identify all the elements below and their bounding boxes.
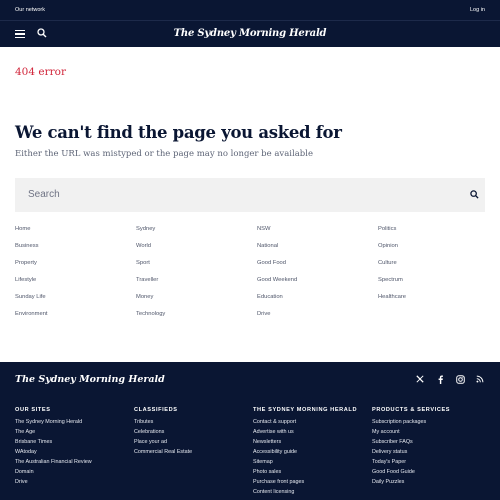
section-link[interactable]: Sunday Life [15, 294, 46, 300]
section-link[interactable]: Education [257, 294, 283, 300]
footer-link[interactable]: Domain [15, 467, 92, 477]
section-link[interactable]: Money [136, 294, 153, 300]
section-link[interactable]: Business [15, 243, 39, 249]
section-link[interactable]: Environment [15, 311, 48, 317]
section-link[interactable]: Lifestyle [15, 277, 36, 283]
instagram-icon[interactable] [456, 375, 465, 384]
section-link[interactable]: Sydney [136, 226, 155, 232]
footer-heading: CLASSIFIEDS [134, 407, 178, 413]
footer-link[interactable]: Contact & support [253, 417, 357, 427]
section-link[interactable]: Property [15, 260, 37, 266]
page-title: We can't find the page you asked for [15, 123, 342, 142]
masthead-logo[interactable]: The Sydney Morning Herald [0, 28, 500, 39]
footer-link[interactable]: Delivery status [372, 447, 450, 457]
section-link[interactable]: World [136, 243, 151, 249]
footer-link[interactable]: Sitemap [253, 457, 357, 467]
footer-heading: THE SYDNEY MORNING HERALD [253, 407, 358, 413]
section-link[interactable]: Opinion [378, 243, 398, 249]
footer-heading: PRODUCTS & SERVICES [372, 407, 451, 413]
footer-column-products: PRODUCTS & SERVICES Subscription package… [372, 407, 450, 487]
section-link[interactable]: Culture [378, 260, 397, 266]
facebook-icon[interactable] [437, 375, 444, 384]
footer-link[interactable]: Good Food Guide [372, 467, 450, 477]
footer-link[interactable]: Today's Paper [372, 457, 450, 467]
section-link[interactable]: NSW [257, 226, 271, 232]
footer-heading: OUR SITES [15, 407, 51, 413]
footer-link[interactable]: WAtoday [15, 447, 92, 457]
footer-logo[interactable]: The Sydney Morning Herald [15, 374, 165, 385]
footer-link[interactable]: Photo sales [253, 467, 357, 477]
search-placeholder: Search [28, 189, 60, 200]
error-code: 404 error [15, 66, 66, 78]
section-link[interactable]: Good Food [257, 260, 286, 266]
footer-link[interactable]: The Sydney Morning Herald [15, 417, 92, 427]
section-link[interactable]: Sport [136, 260, 150, 266]
search-icon[interactable] [470, 190, 479, 199]
footer-link[interactable]: Brisbane Times [15, 437, 92, 447]
top-utility-bar: Our network Log in [0, 0, 500, 20]
footer-link[interactable]: Tributes [134, 417, 192, 427]
section-link[interactable]: Healthcare [378, 294, 406, 300]
footer-link[interactable]: Newsletters [253, 437, 357, 447]
footer-link[interactable]: Content licensing [253, 487, 357, 497]
masthead: The Sydney Morning Herald [0, 20, 500, 47]
our-network-link[interactable]: Our network [15, 7, 45, 13]
footer-link[interactable]: Advertise with us [253, 427, 357, 437]
section-link[interactable]: Home [15, 226, 30, 232]
x-icon[interactable] [416, 375, 424, 383]
footer-link[interactable]: The Australian Financial Review [15, 457, 92, 467]
section-link[interactable]: Spectrum [378, 277, 403, 283]
footer-column-classifieds: CLASSIFIEDS Tributes Celebrations Place … [134, 407, 192, 457]
rss-icon[interactable] [476, 375, 484, 383]
footer-link[interactable]: Celebrations [134, 427, 192, 437]
section-link[interactable]: Drive [257, 311, 271, 317]
section-link[interactable]: National [257, 243, 278, 249]
error-description: Either the URL was mistyped or the page … [15, 149, 313, 159]
search-input[interactable]: Search [15, 178, 485, 212]
footer-link[interactable]: Drive [15, 477, 92, 487]
footer-link[interactable]: Commercial Real Estate [134, 447, 192, 457]
footer-column-smh: THE SYDNEY MORNING HERALD Contact & supp… [253, 407, 357, 497]
footer-link[interactable]: My account [372, 427, 450, 437]
site-footer: The Sydney Morning Herald OUR SITES The … [0, 362, 500, 500]
section-link[interactable]: Technology [136, 311, 165, 317]
section-link[interactable]: Traveller [136, 277, 158, 283]
footer-link[interactable]: Subscriber FAQs [372, 437, 450, 447]
login-link[interactable]: Log in [470, 7, 485, 13]
section-link[interactable]: Good Weekend [257, 277, 297, 283]
footer-link[interactable]: Purchase front pages [253, 477, 357, 487]
footer-link[interactable]: The Age [15, 427, 92, 437]
footer-column-our-sites: OUR SITES The Sydney Morning Herald The … [15, 407, 92, 487]
footer-link[interactable]: Daily Puzzles [372, 477, 450, 487]
footer-link[interactable]: Place your ad [134, 437, 192, 447]
footer-link[interactable]: Subscription packages [372, 417, 450, 427]
section-links: Home Business Property Lifestyle Sunday … [15, 226, 485, 322]
footer-link[interactable]: Accessibility guide [253, 447, 357, 457]
section-link[interactable]: Politics [378, 226, 396, 232]
